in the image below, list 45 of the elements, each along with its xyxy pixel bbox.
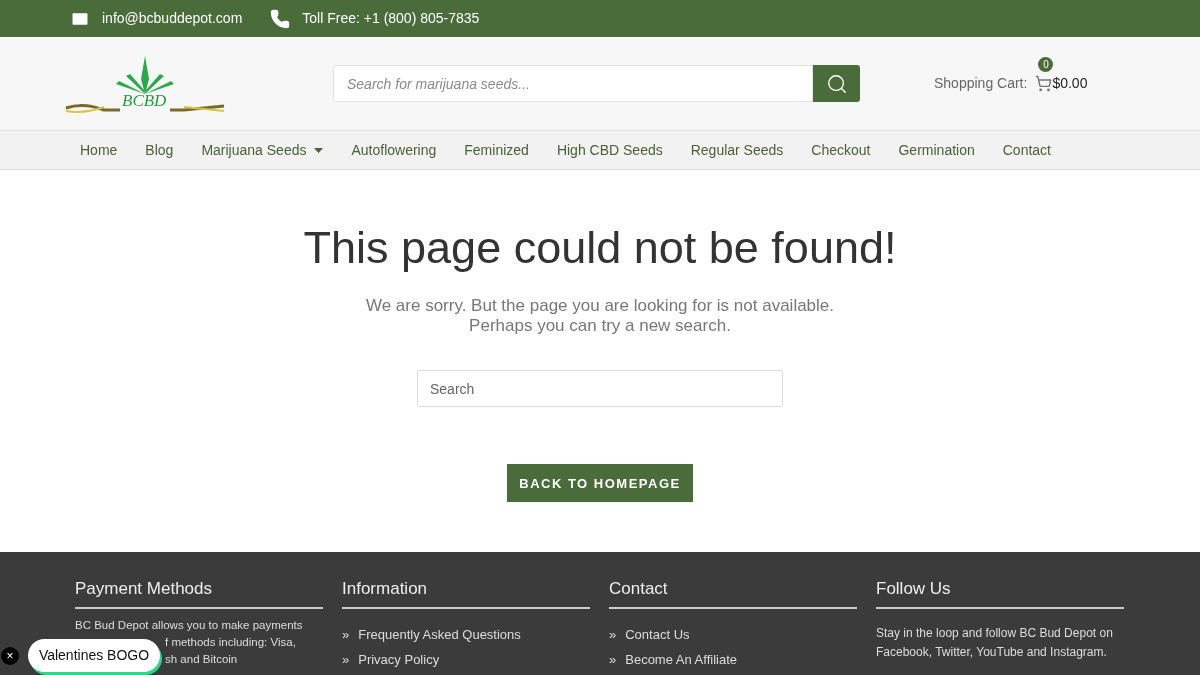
bullet-icon: »	[609, 625, 617, 645]
footer-heading: Contact	[609, 578, 857, 609]
nav-link[interactable]: High CBD Seeds	[542, 139, 677, 161]
footer-link[interactable]: Become An Affiliate	[625, 649, 737, 669]
search-field[interactable]: Search	[417, 370, 783, 408]
nav-link[interactable]: Autoflowering	[337, 139, 451, 161]
bullet-icon: »	[342, 649, 350, 669]
payment-text: f methods including: Visa,	[165, 635, 296, 650]
promo-button[interactable]: Valentines BOGO	[28, 639, 160, 672]
nav-link[interactable]: Germination	[884, 139, 989, 161]
bullet-icon: »	[609, 649, 617, 669]
search-icon	[825, 72, 848, 95]
error-message: Perhaps you can try a new search.	[469, 316, 731, 337]
payment-text: sh and Bitcoin	[165, 652, 238, 667]
follow-text: Stay in the loop and follow BC Bud Depot on Facebook, Twitter, YouTube and Instagram.	[876, 625, 1114, 661]
error-heading: This page could not be found!	[303, 221, 897, 275]
cart-count-badge: 0	[1038, 57, 1054, 72]
footer-heading: Information	[342, 578, 590, 609]
bullet-icon: »	[342, 625, 350, 645]
email-link[interactable]: info@bcbuddepot.com	[102, 8, 243, 29]
nav-link[interactable]: Marijuana Seeds	[187, 139, 338, 161]
cart-total: $0.00	[1052, 74, 1088, 93]
nav-link[interactable]: Contact	[988, 139, 1065, 161]
footer-link[interactable]: Privacy Policy	[358, 649, 440, 669]
payment-text: BC Bud Depot allows you to make payments	[75, 618, 303, 633]
cart-icon	[1035, 75, 1053, 92]
search-button[interactable]	[813, 65, 860, 102]
nav-link[interactable]: Blog	[131, 139, 188, 161]
footer-heading: Payment Methods	[75, 578, 323, 609]
nav-link[interactable]: Feminized	[450, 139, 543, 161]
phone-link[interactable]: Toll Free: +1 (800) 805-7835	[302, 8, 480, 29]
phone-icon	[270, 8, 291, 29]
nav-link[interactable]: Checkout	[797, 139, 885, 161]
cart-label: Shopping Cart:	[934, 74, 1028, 93]
product-search-field[interactable]: Search for marijuana seeds...	[333, 65, 813, 102]
nav-link[interactable]: Regular Seeds	[676, 139, 798, 161]
error-message: We are sorry. But the page you are looking for is not available.	[365, 296, 835, 317]
logo-text: BCBD	[122, 91, 167, 109]
footer-link[interactable]: Frequently Asked Questions	[358, 625, 521, 645]
footer-heading: Follow Us	[876, 578, 1124, 609]
caret-icon	[314, 147, 324, 153]
nav-link[interactable]: Home	[66, 139, 132, 161]
footer-link[interactable]: Contact Us	[625, 625, 690, 645]
back-to-homepage-button[interactable]: BACK TO HOMEPAGE	[507, 464, 693, 503]
logo[interactable]: BCBD	[64, 53, 226, 114]
